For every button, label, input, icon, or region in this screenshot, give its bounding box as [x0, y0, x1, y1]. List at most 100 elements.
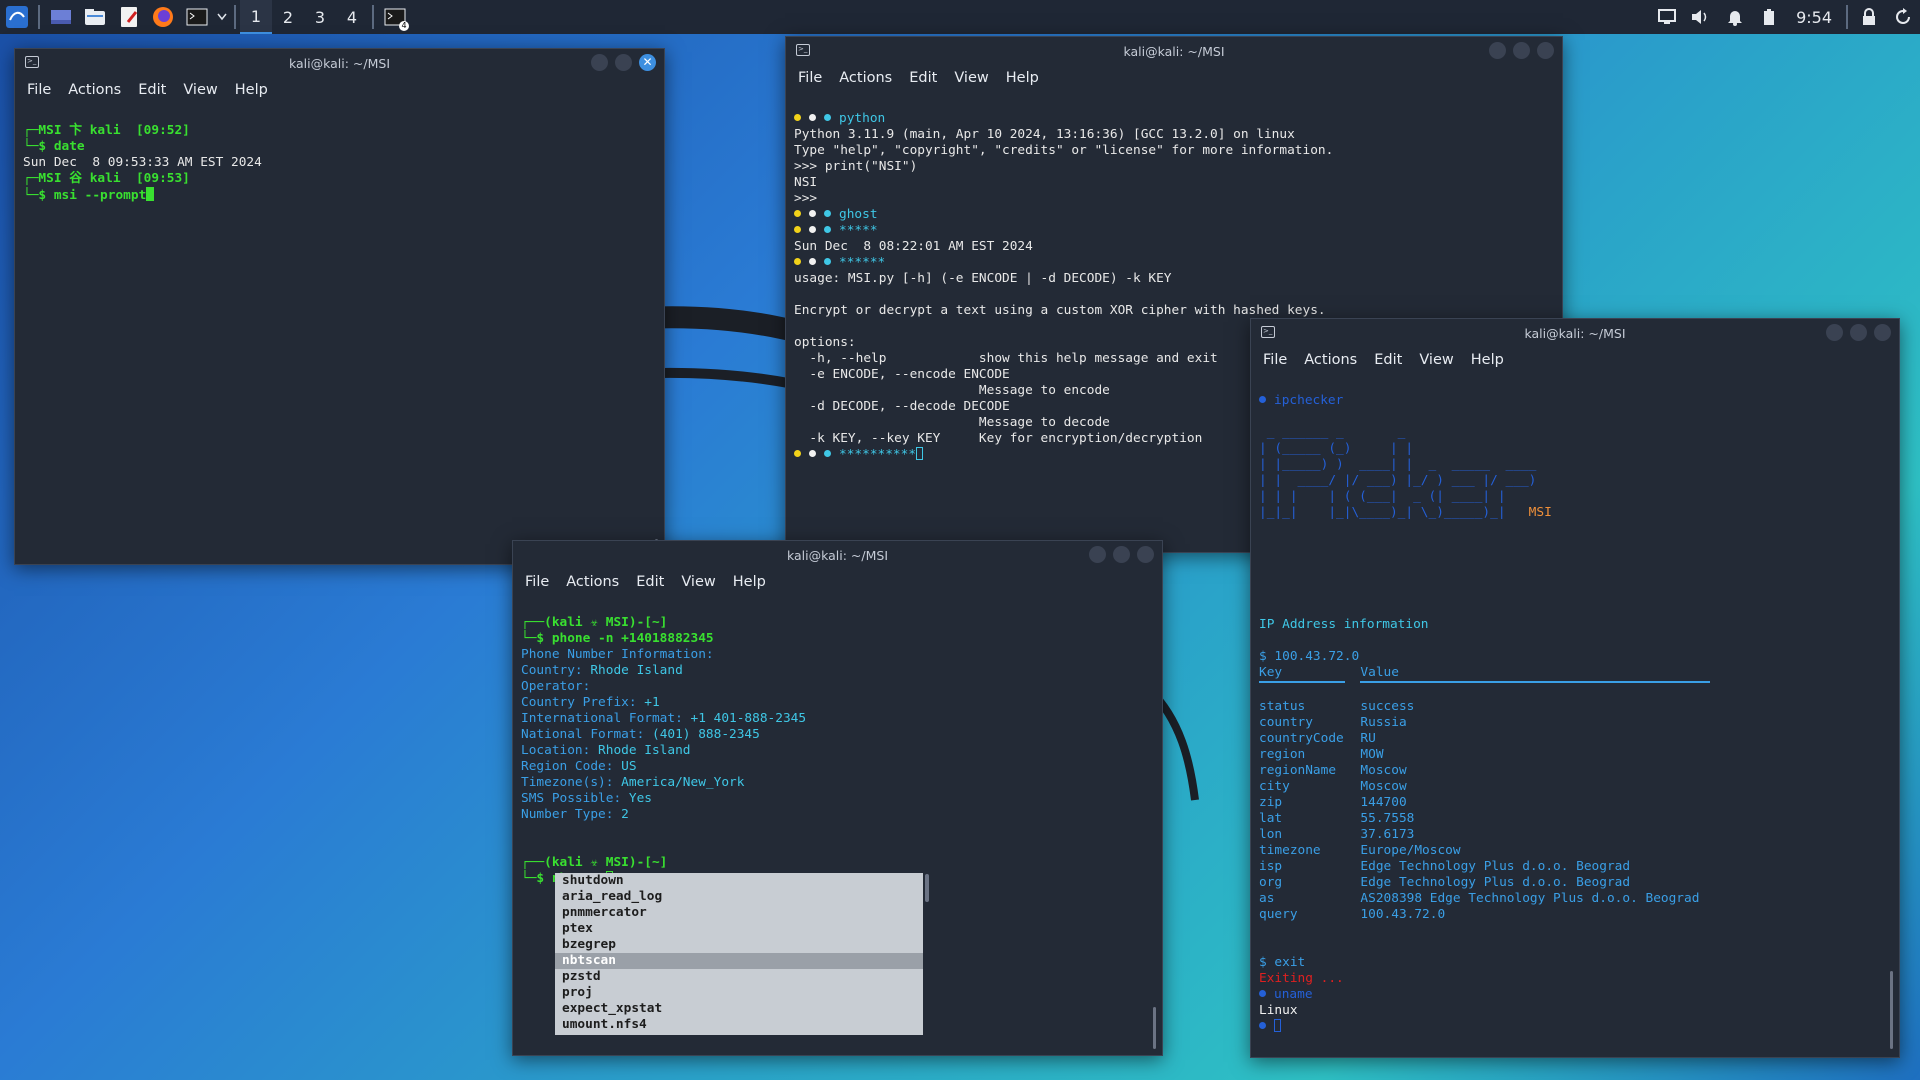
window-titlebar[interactable]: >_ kali@kali: ~/MSI — [1251, 319, 1899, 347]
battery-icon[interactable] — [1752, 0, 1786, 34]
terminal-window-4[interactable]: >_ kali@kali: ~/MSI File Actions Edit Vi… — [1250, 318, 1900, 1058]
file-manager-icon[interactable] — [78, 0, 112, 34]
notifications-bell-icon[interactable] — [1718, 0, 1752, 34]
scrollbar[interactable] — [1890, 971, 1893, 1049]
menu-file[interactable]: File — [525, 574, 549, 590]
completion-item[interactable]: expect_xpstat — [555, 1001, 923, 1017]
minimize-button[interactable] — [1489, 42, 1506, 59]
workspace-1[interactable]: 1 — [240, 0, 272, 34]
prompt-label: ********** — [839, 447, 917, 462]
ip-value: Europe/Moscow — [1360, 843, 1461, 858]
command-line: └─$ date — [23, 139, 85, 154]
menu-actions[interactable]: Actions — [68, 82, 121, 98]
menu-help[interactable]: Help — [1471, 352, 1504, 368]
output-line: Message to encode — [794, 383, 1110, 398]
workspace-3[interactable]: 3 — [304, 0, 336, 34]
scrollbar[interactable] — [1153, 1007, 1156, 1049]
menu-actions[interactable]: Actions — [1304, 352, 1357, 368]
menu-view[interactable]: View — [183, 82, 217, 98]
output-line: -h, --help show this help message and ex… — [794, 351, 1218, 366]
window-titlebar[interactable]: kali@kali: ~/MSI — [513, 541, 1162, 569]
completion-item[interactable]: aria_read_log — [555, 889, 923, 905]
separator — [234, 5, 236, 29]
menu-actions[interactable]: Actions — [566, 574, 619, 590]
menu-edit[interactable]: Edit — [636, 574, 664, 590]
close-button[interactable] — [1137, 546, 1154, 563]
menu-help[interactable]: Help — [733, 574, 766, 590]
separator — [1846, 5, 1848, 29]
completion-item[interactable]: nbtscan — [555, 953, 923, 969]
workspace-4[interactable]: 4 — [336, 0, 368, 34]
menu-view[interactable]: View — [681, 574, 715, 590]
window-titlebar[interactable]: >_ kali@kali: ~/MSI ✕ — [15, 49, 664, 77]
completion-item[interactable]: pnmmercator — [555, 905, 923, 921]
show-desktop-icon[interactable] — [44, 0, 78, 34]
menu-help[interactable]: Help — [235, 82, 268, 98]
info-row: Country Prefix: +1 — [521, 695, 660, 710]
terminal-window-1[interactable]: >_ kali@kali: ~/MSI ✕ File Actions Edit … — [14, 48, 665, 565]
menu-actions[interactable]: Actions — [839, 70, 892, 86]
close-button[interactable]: ✕ — [639, 54, 656, 71]
maximize-button[interactable] — [1850, 324, 1867, 341]
terminal-launcher-icon[interactable] — [180, 0, 214, 34]
close-button[interactable] — [1537, 42, 1554, 59]
ip-value: 100.43.72.0 — [1360, 907, 1446, 922]
ip-key: country — [1259, 715, 1313, 730]
chevron-down-icon[interactable] — [214, 0, 230, 34]
volume-icon[interactable] — [1684, 0, 1718, 34]
terminal-output[interactable]: ipchecker _ ______ _ _ | (_____ (_) | | … — [1251, 373, 1899, 1039]
menu-edit[interactable]: Edit — [1374, 352, 1402, 368]
ip-row: countryCode RU — [1259, 731, 1376, 746]
window-titlebar[interactable]: >_ kali@kali: ~/MSI — [786, 37, 1562, 65]
completion-item[interactable]: pzstd — [555, 969, 923, 985]
menu-file[interactable]: File — [798, 70, 822, 86]
terminal-icon: >_ — [1261, 326, 1275, 338]
kali-menu-icon[interactable] — [0, 0, 34, 34]
menu-help[interactable]: Help — [1006, 70, 1039, 86]
completion-popup[interactable]: shutdown aria_read_log pnmmercator ptex bzeg… — [555, 873, 923, 1035]
minimize-button[interactable] — [1826, 324, 1843, 341]
workspace-2[interactable]: 2 — [272, 0, 304, 34]
info-key: Region Code: — [521, 759, 622, 774]
popup-scrollbar[interactable] — [925, 874, 929, 902]
minimize-button[interactable] — [1089, 546, 1106, 563]
power-refresh-icon[interactable] — [1886, 0, 1920, 34]
output-line: Sun Dec 8 09:53:33 AM EST 2024 — [23, 155, 262, 170]
text-cursor — [1274, 1019, 1281, 1032]
menu-view[interactable]: View — [954, 70, 988, 86]
info-key: National Format: — [521, 727, 652, 742]
firefox-icon[interactable] — [146, 0, 180, 34]
lock-screen-icon[interactable] — [1852, 0, 1886, 34]
close-button[interactable] — [1874, 324, 1891, 341]
completion-item[interactable]: shutdown — [555, 873, 923, 889]
maximize-button[interactable] — [1113, 546, 1130, 563]
completion-item[interactable]: bzegrep — [555, 937, 923, 953]
menu-edit[interactable]: Edit — [138, 82, 166, 98]
completion-item[interactable]: umount.nfs4 — [555, 1017, 923, 1033]
prompt-label: ipchecker — [1274, 393, 1344, 408]
menu-file[interactable]: File — [27, 82, 51, 98]
ip-key: as — [1259, 891, 1275, 906]
prompt-label: ***** — [839, 223, 878, 238]
terminal-window-3[interactable]: kali@kali: ~/MSI File Actions Edit View … — [512, 540, 1163, 1056]
completion-item[interactable]: ptex — [555, 921, 923, 937]
menu-view[interactable]: View — [1419, 352, 1453, 368]
ip-value: Edge Technology Plus d.o.o. Beograd — [1360, 875, 1631, 890]
info-key: Country: — [521, 663, 591, 678]
menubar: File Actions Edit View Help — [786, 65, 1562, 91]
minimize-button[interactable] — [591, 54, 608, 71]
menu-file[interactable]: File — [1263, 352, 1287, 368]
maximize-button[interactable] — [615, 54, 632, 71]
maximize-button[interactable] — [1513, 42, 1530, 59]
info-key: International Format: — [521, 711, 691, 726]
terminal-output[interactable]: ┌──(kali ☣ MSI)-[~] └─$ phone -n +140188… — [513, 595, 1162, 891]
display-icon[interactable] — [1650, 0, 1684, 34]
terminal-output[interactable]: ┌─MSI 卞 kali [09:52] └─$ date Sun Dec 8 … — [15, 103, 664, 208]
text-editor-icon[interactable] — [112, 0, 146, 34]
completion-item[interactable]: proj — [555, 985, 923, 1001]
prompt-label: python — [839, 111, 886, 126]
output-line: Message to decode — [794, 415, 1110, 430]
terminal-task-button[interactable]: 4 — [378, 0, 412, 34]
menu-edit[interactable]: Edit — [909, 70, 937, 86]
clock[interactable]: 9:54 — [1786, 8, 1842, 27]
